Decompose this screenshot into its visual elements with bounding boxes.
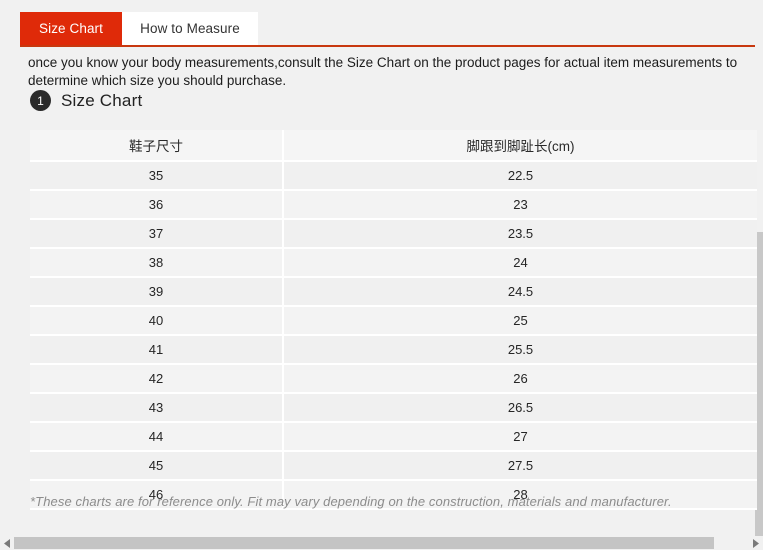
table-row: 41 25.5	[30, 335, 757, 365]
section-heading: 1 Size Chart	[30, 90, 142, 111]
table-header: 鞋子尺寸 脚跟到脚趾长(cm)	[30, 130, 757, 162]
disclaimer-note: *These charts are for reference only. Fi…	[30, 494, 672, 509]
column-header-shoe-size: 鞋子尺寸	[30, 130, 284, 162]
cell-heel-to-toe: 25	[283, 306, 757, 336]
tab-underline-divider	[20, 45, 755, 47]
triangle-left-icon[interactable]	[0, 536, 14, 550]
cell-shoe-size: 36	[30, 190, 284, 220]
cell-shoe-size: 42	[30, 364, 284, 394]
table-row: 40 25	[30, 306, 757, 336]
tab-strip: Size Chart How to Measure	[20, 12, 258, 45]
cell-heel-to-toe: 24	[283, 248, 757, 278]
table-row: 36 23	[30, 190, 757, 220]
tab-how-to-measure[interactable]: How to Measure	[122, 12, 258, 45]
cell-heel-to-toe: 25.5	[283, 335, 757, 365]
table-row: 45 27.5	[30, 451, 757, 481]
cell-shoe-size: 39	[30, 277, 284, 307]
cell-shoe-size: 40	[30, 306, 284, 336]
table-row: 44 27	[30, 422, 757, 452]
cell-shoe-size: 38	[30, 248, 284, 278]
cell-heel-to-toe: 27	[283, 422, 757, 452]
cell-heel-to-toe: 23.5	[283, 219, 757, 249]
cell-shoe-size: 45	[30, 451, 284, 481]
cell-heel-to-toe: 22.5	[283, 161, 757, 191]
table-row: 38 24	[30, 248, 757, 278]
column-header-heel-to-toe: 脚跟到脚趾长(cm)	[283, 130, 757, 162]
cell-heel-to-toe: 26.5	[283, 393, 757, 423]
cell-heel-to-toe: 27.5	[283, 451, 757, 481]
cell-heel-to-toe: 23	[283, 190, 757, 220]
cell-shoe-size: 44	[30, 422, 284, 452]
table-row: 39 24.5	[30, 277, 757, 307]
cell-shoe-size: 43	[30, 393, 284, 423]
table-row: 43 26.5	[30, 393, 757, 423]
horizontal-scrollbar-track[interactable]	[14, 536, 749, 550]
table-row: 42 26	[30, 364, 757, 394]
cell-shoe-size: 37	[30, 219, 284, 249]
step-number-badge: 1	[30, 90, 51, 111]
size-chart-page: Size Chart How to Measure once you know …	[0, 0, 763, 550]
cell-shoe-size: 35	[30, 161, 284, 191]
triangle-right-icon[interactable]	[749, 536, 763, 550]
table-body: 35 22.5 36 23 37 23.5 38 24 39 24.5 40 25 41 25.5 42 26…	[30, 161, 757, 510]
size-chart-table: 鞋子尺寸 脚跟到脚趾长(cm) 35 22.5 36 23 37 23.5 38 24 39 24…	[30, 130, 757, 510]
horizontal-scrollbar-thumb[interactable]	[14, 537, 714, 549]
page-title: Size Chart	[61, 90, 143, 110]
cell-shoe-size: 41	[30, 335, 284, 365]
intro-paragraph: once you know your body measurements,con…	[28, 55, 741, 88]
table-header-row: 鞋子尺寸 脚跟到脚趾长(cm)	[30, 130, 757, 162]
table-row: 35 22.5	[30, 161, 757, 191]
cell-heel-to-toe: 26	[283, 364, 757, 394]
cell-heel-to-toe: 24.5	[283, 277, 757, 307]
tab-size-chart[interactable]: Size Chart	[20, 12, 122, 45]
table-row: 37 23.5	[30, 219, 757, 249]
horizontal-scrollbar[interactable]	[0, 536, 763, 550]
